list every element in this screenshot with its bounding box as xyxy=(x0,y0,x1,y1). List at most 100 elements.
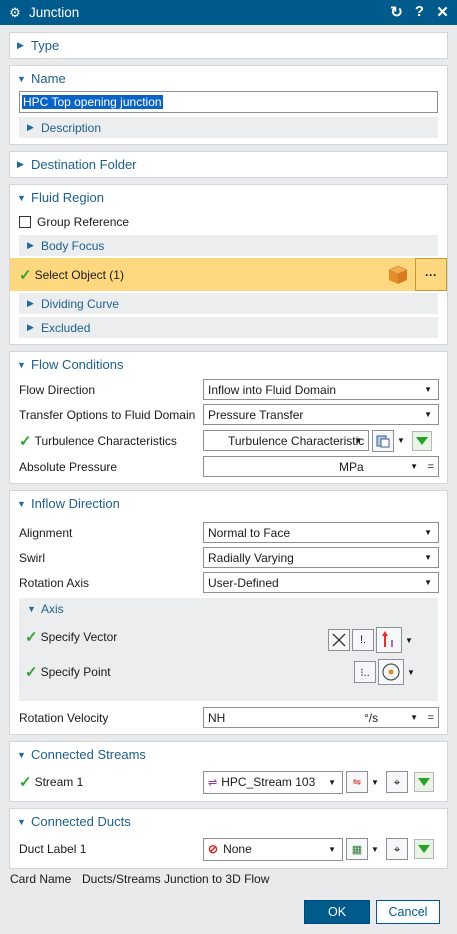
card-name-value: Ducts/Streams Junction to 3D Flow xyxy=(82,872,270,886)
flow-direction-label: Flow Direction xyxy=(19,382,96,397)
type-header[interactable]: ▶ Type xyxy=(10,33,447,58)
connected-streams-header[interactable]: ▼ Connected Streams xyxy=(10,742,447,767)
turbulence-value: Turbulence Characteristic xyxy=(228,433,365,448)
chevron-down-icon: ▼ xyxy=(354,436,362,445)
collapse-icon: ▼ xyxy=(17,192,26,203)
rotation-axis-select[interactable]: User-Defined ▼ xyxy=(203,572,439,593)
axis-header[interactable]: ▼ Axis xyxy=(19,598,438,619)
rotation-velocity-value: NH xyxy=(208,710,226,725)
clipboard-icon[interactable] xyxy=(372,429,394,452)
chevron-down-icon[interactable]: ▼ xyxy=(404,629,414,651)
type-label: Type xyxy=(31,38,60,53)
check-icon: ✓ xyxy=(19,266,32,284)
point-dialog-icon[interactable]: ⁝.. xyxy=(354,661,376,683)
chevron-down-icon[interactable]: ▼ xyxy=(396,430,406,452)
absolute-pressure-label: Absolute Pressure xyxy=(19,459,118,474)
vector-dialog-icon[interactable]: !. xyxy=(352,629,374,651)
connected-ducts-header[interactable]: ▼ Connected Ducts xyxy=(10,809,447,834)
cancel-button[interactable]: Cancel xyxy=(376,900,440,924)
alignment-select[interactable]: Normal to Face ▼ xyxy=(203,522,439,543)
flow-direction-value: Inflow into Fluid Domain xyxy=(208,382,337,397)
expand-green-button[interactable] xyxy=(414,839,434,859)
transfer-options-value: Pressure Transfer xyxy=(208,407,304,422)
group-reference-checkbox[interactable] xyxy=(19,215,31,228)
card-name-label: Card Name xyxy=(10,872,72,886)
chevron-down-icon[interactable]: ▼ xyxy=(370,838,380,860)
ok-button[interactable]: OK xyxy=(304,900,370,924)
stream-create-icon[interactable]: ⇋ xyxy=(346,771,368,793)
destination-label: Destination Folder xyxy=(31,157,137,172)
swirl-value: Radially Varying xyxy=(208,550,294,565)
connected-streams-section: ▼ Connected Streams ✓ Stream 1 ⇌ HPC_Stream… xyxy=(9,741,448,802)
expand-green-button[interactable] xyxy=(414,772,434,792)
connected-streams-label: Connected Streams xyxy=(31,747,146,762)
reset-icon[interactable]: ↻ xyxy=(388,3,405,21)
swirl-select[interactable]: Radially Varying ▼ xyxy=(203,547,439,568)
collapse-icon: ▼ xyxy=(17,498,26,509)
excluded-subsection[interactable]: ▶ Excluded xyxy=(19,317,438,338)
absolute-pressure-input[interactable]: MPa ▼ = xyxy=(203,456,439,477)
target-icon[interactable]: ⌖ xyxy=(386,838,408,860)
flow-direction-select[interactable]: Inflow into Fluid Domain ▼ xyxy=(203,379,439,400)
collapse-icon: ▼ xyxy=(17,73,26,84)
duct-list-icon[interactable]: ▦ xyxy=(346,838,368,860)
stream-1-select[interactable]: ⇌ HPC_Stream 103 ▼ xyxy=(203,770,343,794)
chevron-down-icon: ▼ xyxy=(410,713,418,722)
duct-label-1-select[interactable]: ⊘ None ▼ xyxy=(203,837,343,861)
chevron-down-icon[interactable]: ▼ xyxy=(406,661,416,683)
select-object-row[interactable]: ✓ Select Object (1) ··· xyxy=(10,258,447,291)
collapse-icon: ▼ xyxy=(17,359,26,370)
transfer-options-select[interactable]: Pressure Transfer ▼ xyxy=(203,404,439,425)
expand-icon: ▶ xyxy=(27,240,34,250)
equals-icon: = xyxy=(427,460,434,473)
target-icon[interactable]: ⌖ xyxy=(386,771,408,793)
cancel-label: Cancel xyxy=(388,905,428,919)
chevron-down-icon: ▼ xyxy=(424,553,432,562)
group-reference-label: Group Reference xyxy=(37,214,130,229)
expand-green-button[interactable] xyxy=(412,430,432,451)
description-subsection[interactable]: ▶ Description xyxy=(19,117,438,138)
point-type-icon[interactable] xyxy=(378,659,404,685)
title-bar: ⚙ Junction ↻ ? ✕ xyxy=(0,0,457,25)
fluid-region-header[interactable]: ▼ Fluid Region xyxy=(10,185,447,210)
chevron-down-icon: ▼ xyxy=(424,410,432,419)
none-icon: ⊘ xyxy=(208,842,219,856)
turbulence-select[interactable]: Turbulence Characteristic ▼ xyxy=(203,430,369,451)
destination-section: ▶ Destination Folder xyxy=(9,151,448,178)
fluid-region-label: Fluid Region xyxy=(31,190,104,205)
rotation-axis-label: Rotation Axis xyxy=(19,575,90,590)
vector-type-icon[interactable] xyxy=(376,627,402,653)
check-icon: ✓ xyxy=(25,664,38,681)
fluid-region-section: ▼ Fluid Region Group Reference ▶ Body Focu… xyxy=(9,184,448,345)
chevron-down-icon: ▼ xyxy=(424,578,432,587)
rotation-velocity-input[interactable]: NH °/s ▼ = xyxy=(203,707,439,728)
inflow-direction-header[interactable]: ▼ Inflow Direction xyxy=(10,491,447,516)
chevron-down-icon[interactable]: ▼ xyxy=(370,771,380,793)
reverse-direction-icon[interactable] xyxy=(328,629,350,651)
body-focus-subsection[interactable]: ▶ Body Focus xyxy=(19,235,438,256)
collapse-icon: ▼ xyxy=(17,816,26,827)
name-label: Name xyxy=(31,71,66,86)
name-header[interactable]: ▼ Name xyxy=(10,66,447,91)
flow-conditions-section: ▼ Flow Conditions Flow Direction Inflow i… xyxy=(9,351,448,484)
name-input[interactable]: HPC Top opening junction xyxy=(19,91,438,113)
chevron-down-icon: ▼ xyxy=(328,844,336,854)
flow-conditions-header[interactable]: ▼ Flow Conditions xyxy=(10,352,447,377)
help-icon[interactable]: ? xyxy=(411,3,428,21)
collapse-icon: ▼ xyxy=(27,603,36,614)
close-icon[interactable]: ✕ xyxy=(434,3,451,21)
expand-icon: ▶ xyxy=(17,159,24,169)
solid-body-icon[interactable] xyxy=(387,264,409,289)
duct-label-1-label: Duct Label 1 xyxy=(19,842,87,856)
name-section: ▼ Name HPC Top opening junction ▶ Descript… xyxy=(9,65,448,145)
stream-icon: ⇌ xyxy=(208,776,218,789)
chevron-down-icon: ▼ xyxy=(424,528,432,537)
flow-conditions-label: Flow Conditions xyxy=(31,357,124,372)
more-options-button[interactable]: ··· xyxy=(415,258,447,291)
stream-1-value: HPC_Stream 103 xyxy=(221,775,316,789)
destination-header[interactable]: ▶ Destination Folder xyxy=(10,152,447,177)
expand-icon: ▶ xyxy=(27,122,34,132)
dividing-curve-subsection[interactable]: ▶ Dividing Curve xyxy=(19,293,438,314)
chevron-down-icon: ▼ xyxy=(410,462,418,471)
inflow-direction-section: ▼ Inflow Direction Alignment Normal to Fa… xyxy=(9,490,448,735)
